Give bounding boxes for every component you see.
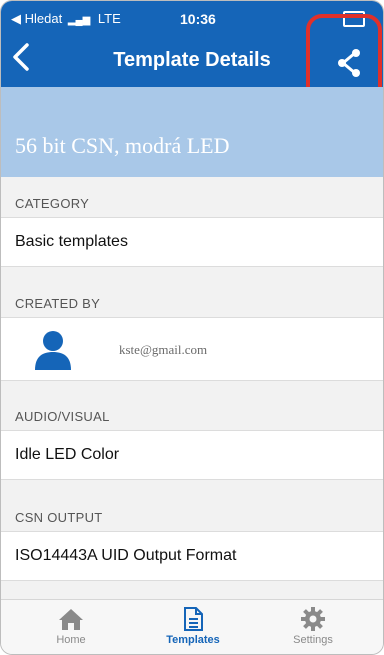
tab-home-label: Home: [56, 634, 86, 646]
tab-templates-label: Templates: [166, 634, 220, 646]
status-time: 10:36: [180, 11, 216, 27]
carrier-label: ◀ Hledat ▂▄▆ LTE: [11, 11, 121, 27]
idle-led-color-label: Idle LED Color: [15, 446, 120, 463]
back-button[interactable]: [9, 41, 49, 81]
tab-bar: Home Templates Settings: [1, 599, 383, 654]
section-label-csn-output: CSN OUTPUT: [15, 510, 103, 525]
gear-icon: [301, 607, 325, 631]
page-title: Template Details: [113, 49, 271, 71]
template-name: 56 bit CSN, modrá LED: [15, 133, 230, 158]
audio-visual-row[interactable]: Idle LED Color: [1, 430, 383, 480]
back-to-search-label[interactable]: ◀ Hledat: [11, 11, 62, 26]
category-value: Basic templates: [15, 233, 128, 250]
network-label: LTE: [97, 11, 121, 26]
creator-email: kste@gmail.com: [119, 342, 208, 357]
app-frame: ◀ Hledat ▂▄▆ LTE 10:36 Template Details: [0, 0, 384, 655]
section-label-created-by: CREATED BY: [15, 296, 101, 311]
section-label-audio-visual: AUDIO/VISUAL: [15, 409, 110, 424]
csn-output-row[interactable]: ISO14443A UID Output Format: [1, 531, 383, 581]
created-by-row: kste@gmail.com: [1, 317, 383, 381]
user-avatar-icon: [35, 331, 71, 370]
signal-icon: ▂▄▆: [67, 15, 91, 26]
section-label-category: CATEGORY: [15, 196, 90, 211]
chevron-left-icon: [13, 43, 29, 71]
tab-home[interactable]: Home: [11, 600, 131, 654]
tab-settings[interactable]: Settings: [253, 600, 373, 654]
csn-output-format-label: ISO14443A UID Output Format: [15, 547, 237, 564]
home-icon: [59, 609, 83, 630]
template-hero: 56 bit CSN, modrá LED: [1, 87, 383, 177]
tab-settings-label: Settings: [293, 634, 333, 646]
tab-templates[interactable]: Templates: [133, 600, 253, 654]
document-icon: [184, 607, 203, 631]
category-row[interactable]: Basic templates: [1, 217, 383, 267]
